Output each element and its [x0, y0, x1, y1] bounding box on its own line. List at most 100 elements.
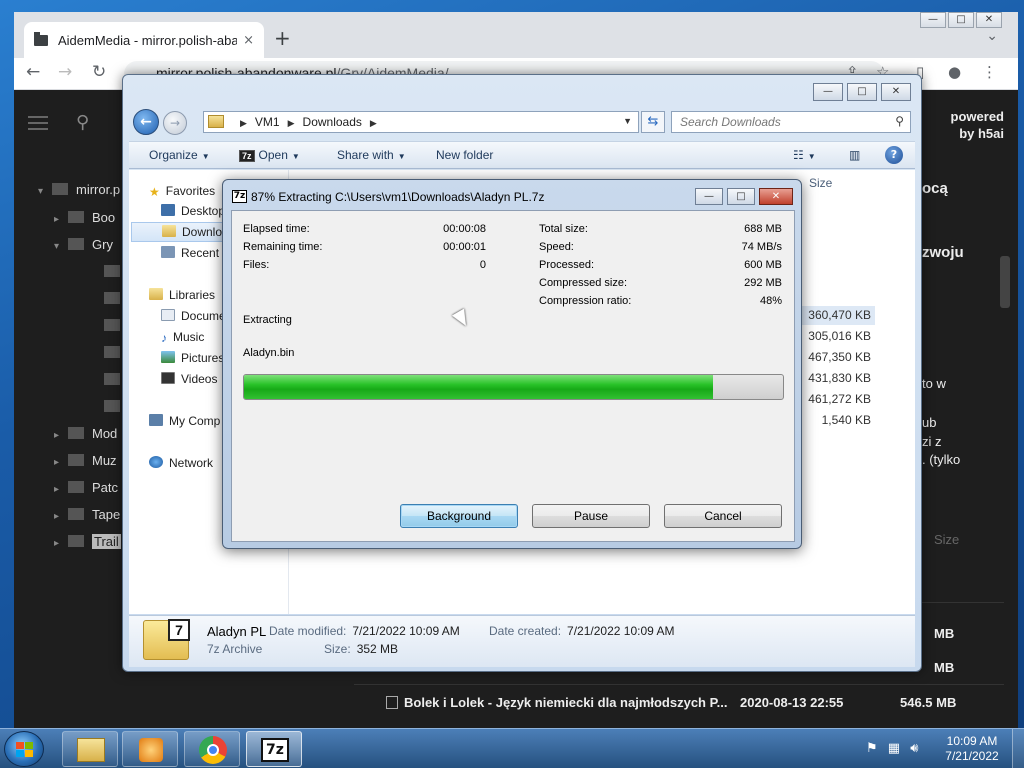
help-icon[interactable]: ? [885, 146, 903, 164]
close-button[interactable]: ✕ [759, 188, 793, 205]
search-input[interactable]: Search Downloads ⚲ [671, 111, 911, 133]
tab-close-button[interactable]: × [243, 33, 254, 48]
taskbar-explorer[interactable] [62, 731, 118, 767]
nav-label: Recent I [181, 246, 226, 260]
taskbar-7zip[interactable]: 7z [246, 731, 302, 767]
tree-item[interactable]: ▾ Gry [54, 237, 113, 252]
stat-value: 292 MB [744, 277, 782, 289]
address-bar[interactable]: ▶ VM1 ▶ Downloads ▶ ▼ [203, 111, 639, 133]
refresh-button[interactable]: ⇆ [641, 111, 665, 133]
back-button[interactable]: ← [26, 62, 40, 82]
windows-logo-icon [16, 742, 34, 758]
folder-icon [104, 400, 120, 412]
close-button[interactable]: ✕ [976, 12, 1002, 28]
chevron-icon[interactable]: ▾ [38, 186, 52, 197]
nav-documents[interactable]: Docume [161, 309, 226, 323]
nav-label: Network [169, 456, 214, 470]
open-menu[interactable]: 7z Open ▼ [239, 148, 300, 162]
date-modified-value: 7/21/2022 10:09 AM [352, 624, 460, 638]
action-center-icon[interactable]: ⚑ [866, 741, 878, 756]
nav-libraries[interactable]: Libraries [149, 288, 215, 302]
tree-item[interactable]: ▸ Mod [54, 426, 117, 441]
nav-pictures[interactable]: Pictures [161, 351, 224, 365]
music-icon: ♪ [161, 331, 167, 345]
nav-computer[interactable]: My Comp [149, 414, 220, 428]
chevron-icon[interactable]: ▸ [54, 457, 68, 468]
tree-item[interactable]: ▸ Patc [54, 480, 118, 495]
view-options-icon[interactable]: ☷ ▼ [793, 148, 816, 162]
breadcrumb-downloads[interactable]: Downloads [303, 115, 362, 129]
cancel-button[interactable]: Cancel [664, 504, 782, 528]
maximize-button[interactable]: □ [727, 188, 755, 205]
close-button[interactable]: ✕ [881, 83, 911, 101]
nav-recent[interactable]: Recent I [161, 246, 226, 260]
pause-button[interactable]: Pause [532, 504, 650, 528]
forward-button[interactable]: → [58, 62, 72, 82]
chevron-icon[interactable]: ▸ [54, 511, 68, 522]
new-tab-button[interactable]: + [274, 26, 291, 50]
chrome-window-controls: — □ ✕ [918, 12, 1002, 28]
size-column-header[interactable]: Size [809, 176, 832, 190]
chevron-icon[interactable]: ▸ [54, 484, 68, 495]
chevron-icon[interactable]: ▸ [54, 214, 68, 225]
search-icon[interactable]: ⚲ [76, 112, 89, 133]
chevron-right-icon[interactable]: ▶ [370, 118, 377, 128]
maximize-button[interactable]: □ [948, 12, 974, 28]
folder-icon [68, 535, 84, 547]
network-tray-icon[interactable]: ▦ [888, 741, 900, 756]
chevron-icon[interactable]: ▸ [54, 538, 68, 549]
nav-network[interactable]: Network [149, 456, 213, 470]
tree-item[interactable]: ▸ Boo [54, 210, 115, 225]
forward-button[interactable]: → [163, 111, 187, 135]
new-folder-button[interactable]: New folder [436, 148, 493, 162]
menu-kebab-icon[interactable]: ⋮ [982, 63, 997, 81]
show-desktop-button[interactable] [1012, 729, 1024, 768]
nav-videos[interactable]: Videos [161, 372, 217, 386]
size-column-header[interactable]: Size [934, 532, 959, 547]
breadcrumb-vm1[interactable]: VM1 [255, 115, 280, 129]
profile-avatar-icon[interactable]: ● [948, 63, 961, 81]
browser-tab[interactable]: AidemMedia - mirror.polish-aba × [24, 22, 264, 58]
chevron-down-icon[interactable]: ▼ [623, 116, 632, 126]
volume-icon[interactable]: 🔊︎ [910, 741, 918, 756]
nav-music[interactable]: ♪ Music [161, 330, 205, 345]
stat-label: Remaining time: [243, 241, 323, 253]
tree-item[interactable]: ▸ Muz [54, 453, 117, 468]
preview-pane-icon[interactable]: ▥ [849, 148, 860, 162]
file-row[interactable]: Bolek i Lolek - Język niemiecki dla najm… [354, 684, 1004, 718]
h5ai-tree-panel: ⚲ ▾mirror.p▸Boo▾GryADDFKS▸Mod▸Muz▸Patc▸T… [14, 90, 137, 728]
taskbar-media-player[interactable] [122, 731, 178, 767]
tree-item[interactable]: ▾ mirror.p [38, 182, 120, 197]
nav-label: Music [173, 330, 205, 344]
back-button[interactable]: ← [133, 109, 159, 135]
date-created-value: 7/21/2022 10:09 AM [567, 624, 675, 638]
background-button[interactable]: Background [400, 504, 518, 528]
maximize-button[interactable]: □ [847, 83, 877, 101]
chevron-icon[interactable]: ▸ [54, 430, 68, 441]
share-with-menu[interactable]: Share with ▼ [337, 148, 406, 162]
tab-search-button[interactable]: ⌄ [986, 28, 998, 44]
chevron-icon[interactable]: ▾ [54, 241, 68, 252]
current-file: Aladyn.bin [243, 347, 295, 359]
reload-button[interactable]: ↻ [92, 62, 106, 82]
organize-menu[interactable]: Organize ▼ [149, 148, 210, 162]
start-button[interactable] [4, 731, 44, 767]
chevron-right-icon[interactable]: ▶ [288, 118, 295, 128]
clock[interactable]: 10:09 AM 7/21/2022 [940, 734, 1004, 764]
minimize-button[interactable]: — [920, 12, 946, 28]
folder-icon [68, 481, 84, 493]
minimize-button[interactable]: — [695, 188, 723, 205]
chevron-right-icon[interactable]: ▶ [240, 118, 247, 128]
nav-favorites[interactable]: ★ Favorites [149, 184, 215, 199]
folder-icon [68, 211, 84, 223]
scrollbar-thumb[interactable] [1000, 256, 1010, 308]
search-icon[interactable]: ⚲ [895, 114, 904, 128]
minimize-button[interactable]: — [813, 83, 843, 101]
nav-desktop[interactable]: Desktop [161, 204, 225, 218]
tree-item[interactable]: ▸ Tape [54, 507, 120, 522]
hamburger-icon[interactable] [28, 116, 48, 130]
powered-by-h5ai[interactable]: powered by h5ai [934, 108, 1004, 142]
taskbar-chrome[interactable] [184, 731, 240, 767]
7zip-badge: 7 [168, 619, 190, 641]
tree-item[interactable]: ▸ Trail [54, 534, 121, 549]
